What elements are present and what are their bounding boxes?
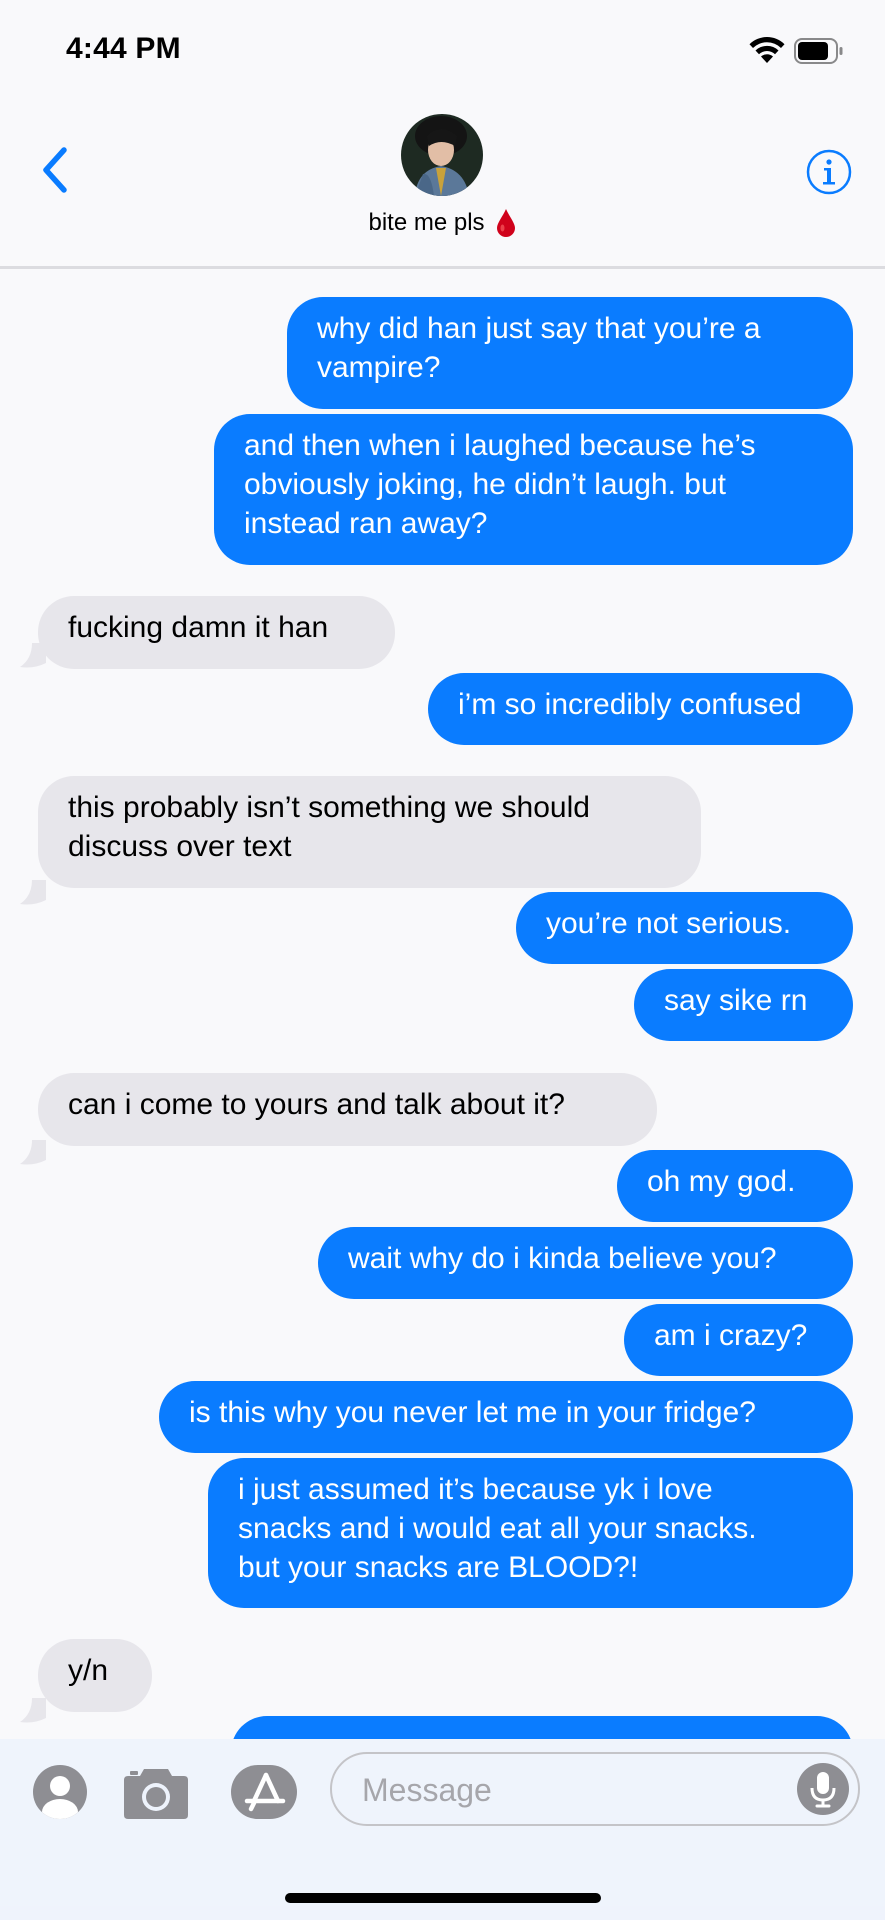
contacts-icon[interactable]: [32, 1764, 88, 1820]
message-bubble-sent[interactable]: and then when i laughed because he’s obv…: [214, 414, 853, 565]
message-bubble-received[interactable]: y/n: [38, 1639, 152, 1712]
contact-name-label: bite me pls: [368, 209, 485, 236]
compose-bar: Message: [0, 1739, 885, 1920]
message-input[interactable]: Message: [330, 1752, 860, 1826]
app-store-icon[interactable]: [229, 1763, 299, 1821]
message-bubble-sent-partial[interactable]: [231, 1716, 853, 1739]
message-placeholder: Message: [362, 1772, 492, 1808]
wifi-icon: [749, 37, 785, 63]
message-bubble-sent[interactable]: i just assumed it’s because yk i love sn…: [208, 1458, 853, 1608]
message-bubble-sent[interactable]: why did han just say that you’re a vampi…: [287, 297, 853, 409]
bubble-tail: [20, 1698, 46, 1723]
message-bubble-sent[interactable]: wait why do i kinda believe you?: [318, 1227, 853, 1299]
contact-name[interactable]: bite me pls: [0, 208, 885, 238]
message-bubble-sent[interactable]: you’re not serious.: [516, 892, 853, 964]
message-bubble-sent[interactable]: oh my god.: [617, 1150, 853, 1222]
message-bubble-sent[interactable]: is this why you never let me in your fri…: [159, 1381, 853, 1453]
message-bubble-received[interactable]: fucking damn it han: [38, 596, 395, 669]
microphone-icon[interactable]: [796, 1762, 850, 1816]
home-indicator[interactable]: [285, 1893, 601, 1903]
conversation-header: bite me pls: [0, 100, 885, 269]
message-bubble-sent[interactable]: i’m so incredibly confused: [428, 673, 853, 745]
message-bubble-sent[interactable]: am i crazy?: [624, 1304, 853, 1376]
blood-drop-icon: [496, 209, 515, 237]
contact-avatar[interactable]: [401, 114, 483, 196]
message-bubble-received[interactable]: can i come to yours and talk about it?: [38, 1073, 657, 1146]
avatar-image: [401, 114, 483, 196]
camera-icon[interactable]: [122, 1763, 190, 1821]
battery-icon: [794, 38, 843, 64]
message-bubble-sent[interactable]: say sike rn: [634, 969, 853, 1041]
info-icon[interactable]: [805, 148, 853, 196]
back-chevron-icon[interactable]: [30, 140, 80, 200]
bubble-tail: [20, 880, 46, 905]
bubble-tail: [20, 1140, 46, 1165]
message-thread[interactable]: why did han just say that you’re a vampi…: [0, 269, 885, 1739]
status-bar: 4:44 PM: [0, 0, 885, 100]
message-bubble-received[interactable]: this probably isn’t something we should …: [38, 776, 701, 888]
status-time: 4:44 PM: [66, 32, 181, 65]
